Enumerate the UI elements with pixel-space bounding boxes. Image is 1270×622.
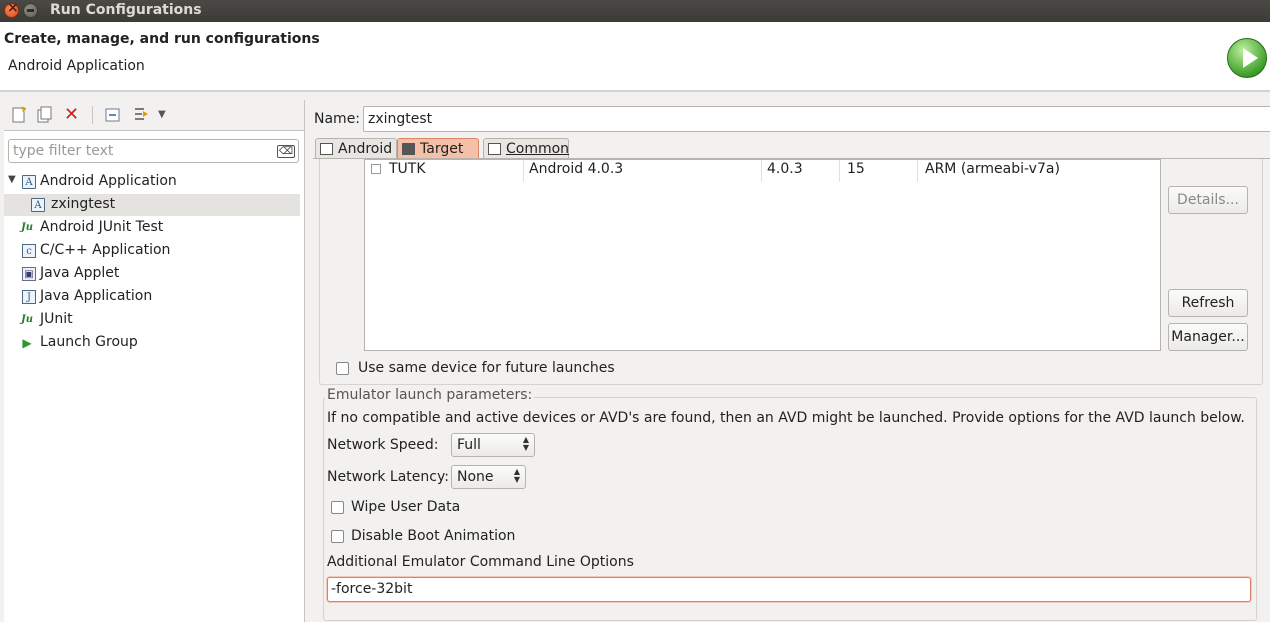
tree-item-label: C/C++ Application xyxy=(40,242,171,258)
same-device-checkbox[interactable] xyxy=(336,362,349,375)
tree-toolbar: ✕ ▼ xyxy=(4,100,304,130)
name-label: Name: xyxy=(314,111,361,127)
android-app-icon: A xyxy=(22,175,36,189)
target-tab-content: TUTK Android 4.0.3 4.0.3 15 ARM (armeabi… xyxy=(313,158,1270,621)
avd-table: TUTK Android 4.0.3 4.0.3 15 ARM (armeabi… xyxy=(364,159,1161,351)
common-tab-icon xyxy=(488,143,501,155)
config-tree: ⌫ ▼ A Android Application A zxingtest Ju… xyxy=(4,130,304,622)
new-config-icon[interactable] xyxy=(10,106,28,124)
manager-button[interactable]: Manager... xyxy=(1168,323,1248,351)
collapse-all-icon[interactable] xyxy=(104,106,122,124)
tab-common[interactable]: Common xyxy=(483,138,569,159)
config-tabs: Android Target Common xyxy=(315,138,1270,160)
spinner-arrows-icon: ▲ ▼ xyxy=(522,435,529,452)
network-speed-value: Full xyxy=(457,437,481,453)
wipe-user-data-label: Wipe User Data xyxy=(351,499,461,515)
java-app-icon: J xyxy=(22,290,36,304)
tree-item-label: Launch Group xyxy=(40,334,138,350)
avd-platform: 4.0.3 xyxy=(767,161,803,177)
window-title: Run Configurations xyxy=(50,2,202,18)
refresh-button[interactable]: Refresh xyxy=(1168,289,1248,317)
tree-item-java-application[interactable]: J Java Application xyxy=(4,286,300,308)
column-divider xyxy=(761,160,762,182)
tree-item-launch-group[interactable]: ▶ Launch Group xyxy=(4,332,300,354)
network-speed-select[interactable]: Full ▲ ▼ xyxy=(451,433,535,457)
tree-item-label: JUnit xyxy=(40,311,73,327)
avd-target: Android 4.0.3 xyxy=(529,161,624,177)
spinner-arrows-icon: ▲ ▼ xyxy=(513,467,520,484)
filter-box[interactable]: ⌫ xyxy=(8,139,299,163)
tab-android[interactable]: Android xyxy=(315,138,397,159)
view-menu-chevron-down-icon[interactable]: ▼ xyxy=(158,106,176,124)
cmd-options-input[interactable] xyxy=(331,581,1231,597)
filter-configs-icon[interactable] xyxy=(132,106,150,124)
name-field[interactable] xyxy=(363,106,1270,132)
avd-api-level: 15 xyxy=(847,161,865,177)
tree-item-android-application[interactable]: ▼ A Android Application xyxy=(4,171,300,193)
tree-item-label: Java Applet xyxy=(40,265,120,281)
network-latency-label: Network Latency: xyxy=(327,469,449,485)
c-app-icon: c xyxy=(22,244,36,258)
header-divider xyxy=(0,90,1270,92)
avd-name: TUTK xyxy=(389,161,426,177)
dialog-header: Create, manage, and run configurations A… xyxy=(0,22,1270,90)
tree-item-android-junit-test[interactable]: Ju Android JUnit Test xyxy=(4,217,300,239)
filter-input[interactable] xyxy=(13,143,273,159)
avd-cpu: ARM (armeabi-v7a) xyxy=(925,161,1060,177)
tree-item-label: Android JUnit Test xyxy=(40,219,164,235)
disable-boot-animation-checkbox[interactable] xyxy=(331,530,344,543)
tab-target[interactable]: Target xyxy=(397,138,479,159)
network-latency-select[interactable]: None ▲ ▼ xyxy=(451,465,526,489)
tree-item-c-application[interactable]: c C/C++ Application xyxy=(4,240,300,262)
launch-icon: ▶ xyxy=(22,336,32,350)
minimize-window-button[interactable] xyxy=(23,3,38,18)
target-tab-icon xyxy=(402,143,415,155)
column-divider xyxy=(523,160,524,182)
disable-boot-animation-label: Disable Boot Animation xyxy=(351,528,516,544)
avd-checkbox[interactable] xyxy=(371,164,381,174)
column-divider xyxy=(839,160,840,182)
configuration-tree-pane: ✕ ▼ ⌫ ▼ A Android Application A zxingtes… xyxy=(4,100,305,622)
name-input[interactable] xyxy=(368,111,1248,127)
network-latency-value: None xyxy=(457,469,494,485)
title-bar: Run Configurations xyxy=(0,0,1270,22)
header-subtitle: Android Application xyxy=(8,58,145,74)
same-device-label: Use same device for future launches xyxy=(358,360,615,376)
toolbar-separator xyxy=(92,106,93,124)
delete-config-icon[interactable]: ✕ xyxy=(64,106,82,124)
tree-item-label: Java Application xyxy=(40,288,153,304)
close-window-button[interactable] xyxy=(4,0,19,18)
cmd-options-field[interactable] xyxy=(327,577,1251,602)
wipe-user-data-checkbox[interactable] xyxy=(331,501,344,514)
junit-icon: Ju xyxy=(20,314,33,325)
expand-triangle-icon[interactable]: ▼ xyxy=(8,174,16,185)
config-icon: A xyxy=(31,198,45,212)
cmd-options-label: Additional Emulator Command Line Options xyxy=(327,554,634,570)
tree-item-junit[interactable]: Ju JUnit xyxy=(4,309,300,331)
header-title: Create, manage, and run configurations xyxy=(4,31,320,47)
tab-label: Target xyxy=(420,141,464,157)
details-button[interactable]: Details... xyxy=(1168,186,1248,214)
network-speed-label: Network Speed: xyxy=(327,437,439,453)
tree-item-label: zxingtest xyxy=(51,196,116,212)
tree-item-java-applet[interactable]: ▣ Java Applet xyxy=(4,263,300,285)
tab-label: Common xyxy=(506,141,570,157)
tab-label: Android xyxy=(338,141,393,157)
emulator-description: If no compatible and active devices or A… xyxy=(327,410,1245,426)
configuration-editor: Name: Android Target Common TUTK Android… xyxy=(309,100,1270,622)
clear-filter-icon[interactable]: ⌫ xyxy=(276,145,295,158)
applet-icon: ▣ xyxy=(22,267,36,281)
tree-item-zxingtest[interactable]: A zxingtest xyxy=(4,194,300,216)
column-divider xyxy=(917,160,918,182)
tree-item-label: Android Application xyxy=(40,173,177,189)
junit-icon: Ju xyxy=(20,222,33,233)
run-icon xyxy=(1227,38,1267,78)
device-selection-group: TUTK Android 4.0.3 4.0.3 15 ARM (armeabi… xyxy=(319,159,1263,385)
emulator-group-legend: Emulator launch parameters: xyxy=(325,387,535,403)
duplicate-config-icon[interactable] xyxy=(36,106,54,124)
android-tab-icon xyxy=(320,143,333,155)
table-row[interactable]: TUTK Android 4.0.3 4.0.3 15 ARM (armeabi… xyxy=(365,160,1160,182)
